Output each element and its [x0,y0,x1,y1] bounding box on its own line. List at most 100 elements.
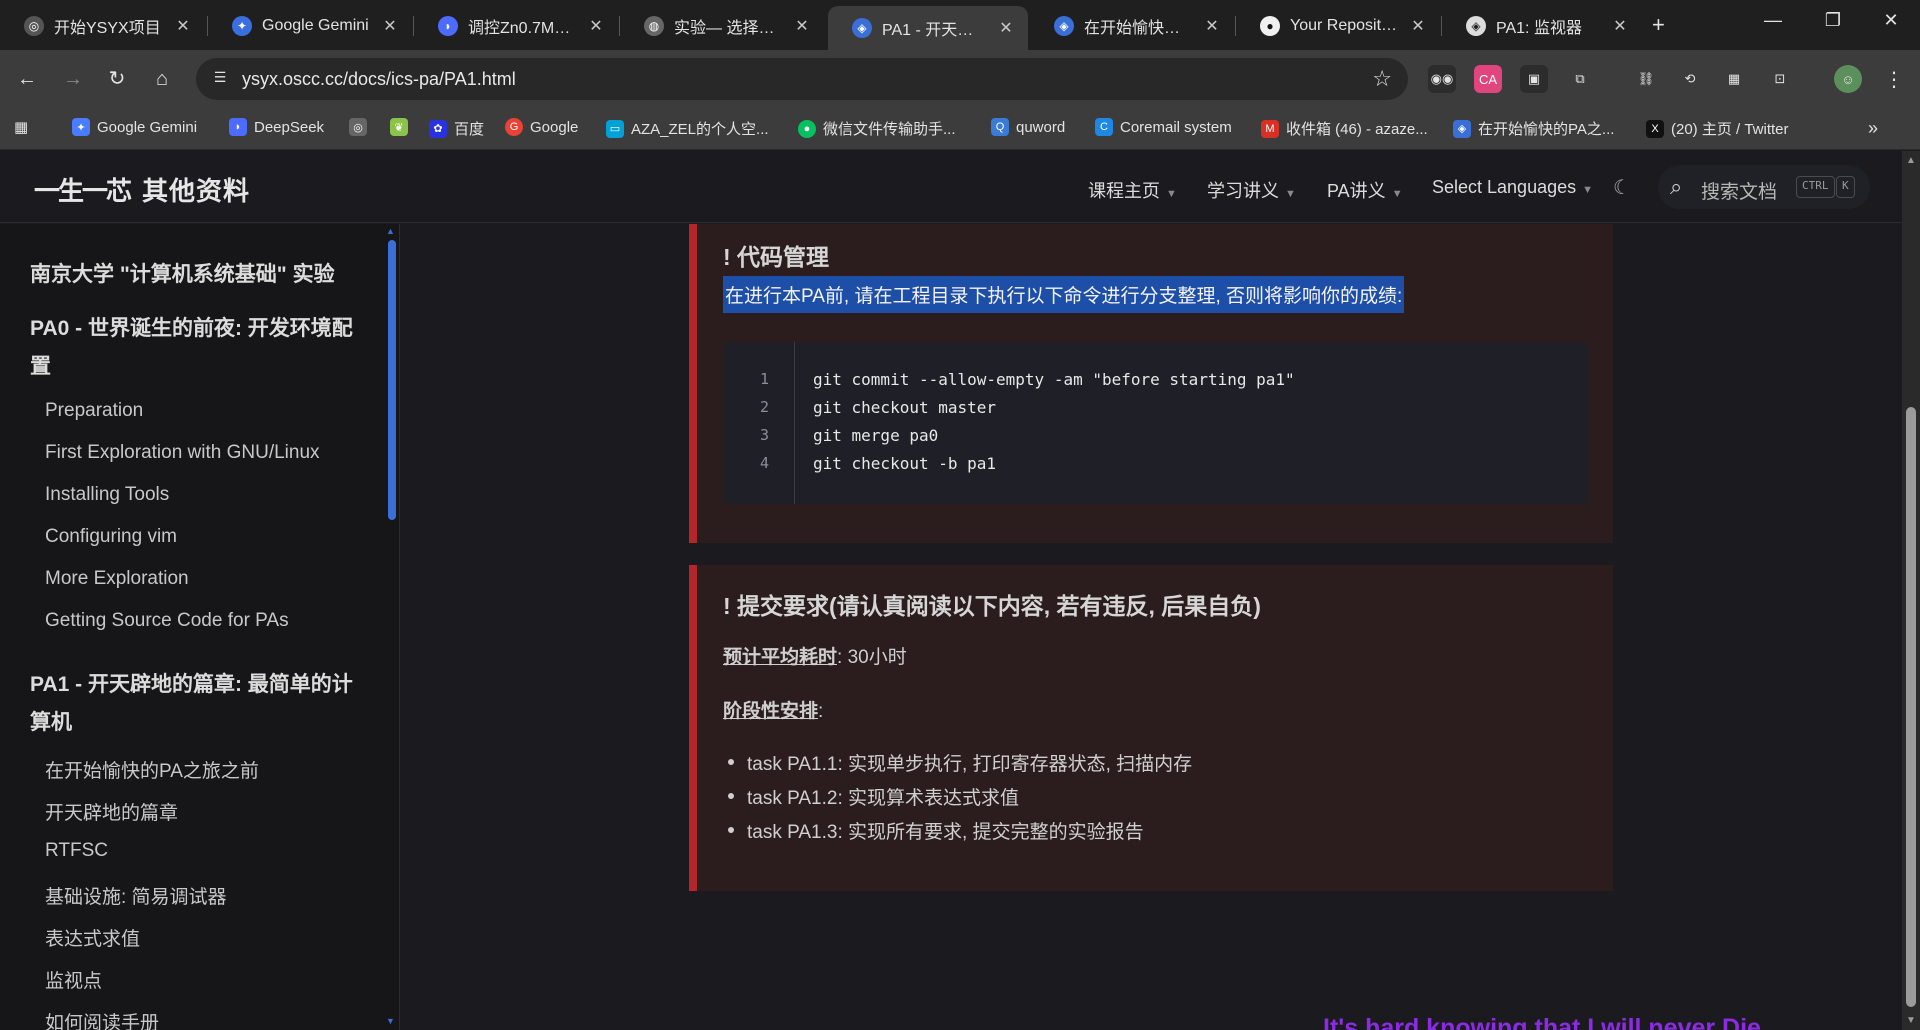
tab-github-repos[interactable]: ● Your Repositories ✕ [1236,7,1440,44]
extension-translate-icon[interactable]: CA [1474,65,1502,93]
kbd-ctrl: CTRL [1796,176,1835,198]
close-icon[interactable]: ✕ [1610,16,1630,36]
estimated-time: 预计平均耗时: 30小时 [723,642,907,669]
tab-layout-icon[interactable]: ▦ [1720,65,1748,93]
page-scrollbar-thumb[interactable] [1906,407,1916,1007]
nav-course-home[interactable]: 课程主页 ▼ [1088,177,1177,203]
nav-select-languages[interactable]: Select Languages ▼ [1432,177,1593,198]
bookmark-label: 在开始愉快的PA之... [1478,121,1615,138]
sidebar-item-expression-eval[interactable]: 表达式求值 [45,924,140,951]
line-number: 4 [759,454,769,472]
minimize-button[interactable]: — [1748,10,1798,31]
tab-before-pa[interactable]: ◈ 在开始愉快的PA之 ✕ [1030,7,1234,44]
ysyx-docs-icon: ◈ [1453,119,1471,138]
bookmark-gmail[interactable]: M 收件箱 (46) - azaze... [1261,118,1428,139]
close-icon[interactable]: ✕ [586,16,606,36]
scroll-down-arrow-icon[interactable]: ▼ [386,1016,395,1026]
close-icon[interactable]: ✕ [1202,16,1222,36]
bookmark-google-gemini[interactable]: ✦ Google Gemini [72,118,197,136]
extension-mask-icon[interactable]: ▣ [1520,65,1548,93]
history-icon[interactable]: ⟲ [1676,65,1704,93]
bookmark-bilibili[interactable]: ▭ AZA_ZEL的个人空... [606,118,769,139]
bookmark-star-icon[interactable]: ☆ [1372,66,1392,92]
sidebar-item-first-exploration[interactable]: First Exploration with GNU/Linux [45,442,320,464]
nav-label: PA讲义 [1327,181,1386,201]
bookmark-label: 微信文件传输助手... [823,121,956,138]
logo-text: 其他资料 [142,176,251,206]
maximize-button[interactable]: ❐ [1808,10,1858,31]
home-icon[interactable]: ⌂ [147,64,177,94]
more-bookmarks-chevron-icon[interactable]: » [1868,118,1878,139]
bookmark-quword[interactable]: Qquword [991,118,1065,136]
close-icon[interactable]: ✕ [173,16,193,36]
new-tab-button[interactable]: + [1652,12,1665,38]
sidebar-item-before-pa[interactable]: 在开始愉快的PA之旅之前 [45,756,259,783]
sidebar-item-configuring-vim[interactable]: Configuring vim [45,526,177,548]
extensions-puzzle-icon[interactable]: ⧉ [1566,65,1594,93]
reload-icon[interactable]: ↻ [102,64,132,94]
bookmark-baidu[interactable]: ✿ 百度 [429,118,484,139]
nav-pa-notes[interactable]: PA讲义 ▼ [1327,177,1403,203]
sidebar-heading-nju[interactable]: 南京大学 "计算机系统基础" 实验 [30,256,360,294]
sidebar-item-more-exploration[interactable]: More Exploration [45,568,189,590]
tab-google-gemini[interactable]: ✦ Google Gemini ✕ [208,7,412,44]
sidebar-item-getting-source[interactable]: Getting Source Code for PAs [45,610,289,632]
sidebar-item-rtfsc[interactable]: RTFSC [45,840,108,862]
close-icon[interactable]: ✕ [792,16,812,36]
sidebar-item-simple-debugger[interactable]: 基础设施: 简易调试器 [45,882,227,909]
sidebar-item-opening-chapter[interactable]: 开天辟地的篇章 [45,798,178,825]
tab-pa1-monitor[interactable]: ◈ PA1: 监视器 ✕ [1442,7,1642,44]
bookmark-wechat-file[interactable]: ● 微信文件传输助手... [798,118,956,139]
tab-pa1-active[interactable]: ◈ PA1 - 开天辟地的 ✕ [828,6,1028,50]
window-close-button[interactable]: ✕ [1866,10,1916,31]
kbd-k: K [1836,176,1855,198]
gemini-icon: ✦ [72,118,90,136]
tab-ysyx-project[interactable]: ◎ 开始YSYX项目 ✕ [0,7,205,44]
sidebar-scrollbar[interactable] [388,240,396,520]
close-icon[interactable]: ✕ [996,18,1016,38]
link-icon[interactable]: ⛓ [1632,65,1660,93]
menu-kebab-icon[interactable]: ⋮ [1880,65,1908,93]
scroll-up-arrow-icon[interactable]: ▲ [1906,155,1916,166]
sidebar-heading-pa0[interactable]: PA0 - 世界诞生的前夜: 开发环境配置 [30,310,360,386]
back-arrow-icon[interactable]: ← [12,64,42,94]
address-bar[interactable]: ☰ ysyx.oscc.cc/docs/ics-pa/PA1.html ☆ [196,58,1408,100]
scroll-up-arrow-icon[interactable]: ▲ [386,226,395,236]
bookmark-pa-before[interactable]: ◈ 在开始愉快的PA之... [1453,118,1614,139]
scroll-down-arrow-icon[interactable]: ▼ [1906,1015,1916,1026]
sidebar-item-preparation[interactable]: Preparation [45,400,143,422]
url-text[interactable]: ysyx.oscc.cc/docs/ics-pa/PA1.html [242,69,516,90]
bookmark-twitter[interactable]: X (20) 主页 / Twitter [1646,118,1789,139]
sidebar-item-installing-tools[interactable]: Installing Tools [45,484,169,506]
quword-icon: Q [991,118,1009,136]
tab-deepseek-chat[interactable]: ◗ 调控Zn0.7Mg0.3 ✕ [414,7,618,44]
close-icon[interactable]: ✕ [1408,16,1428,36]
chevron-down-icon: ▼ [1285,188,1296,200]
callout-title: ! 提交要求(请认真阅读以下内容, 若有违反, 后果自负) [723,593,1261,619]
selected-text[interactable]: 在进行本PA前, 请在工程目录下执行以下命令进行分支整理, 否则将影响你的成绩: [723,276,1405,313]
search-icon: ⌕ [1670,174,1683,199]
tab-experiment[interactable]: ◍ 实验— 选择器 — ✕ [620,7,824,44]
dark-mode-moon-icon[interactable]: ☾ [1613,175,1631,200]
nav-label: 学习讲义 [1207,181,1279,201]
site-info-icon[interactable]: ☰ [210,69,230,89]
close-icon[interactable]: ✕ [380,16,400,36]
bookmark-google[interactable]: G Google [505,118,578,136]
bookmark-leaf[interactable]: ❦ [390,118,415,136]
tab-search-icon[interactable]: ⊡ [1766,65,1794,93]
sidebar-item-read-manual[interactable]: 如何阅读手册 [45,1008,159,1030]
sidebar-item-watchpoint[interactable]: 监视点 [45,966,102,993]
apps-grid-icon[interactable]: ▦ [14,118,28,136]
bookmark-coremail[interactable]: C Coremail system [1095,118,1232,136]
avatar[interactable]: ☺ [1834,65,1862,93]
sidebar-heading-pa1[interactable]: PA1 - 开天辟地的篇章: 最简单的计算机 [30,666,360,742]
forward-arrow-icon[interactable]: → [58,64,88,94]
bookmark-openai[interactable]: ◎ [349,118,374,136]
nav-study-notes[interactable]: 学习讲义 ▼ [1207,177,1296,203]
search-docs-button[interactable]: ⌕ 搜索文档 CTRL K [1658,165,1870,209]
site-logo[interactable]: 一生一芯 其他资料 [34,171,250,208]
extension-glasses-icon[interactable]: ◉◉ [1428,65,1456,93]
page-scrollbar[interactable]: ▲ ▼ [1902,151,1920,1030]
bookmark-deepseek[interactable]: ◗ DeepSeek [229,118,324,136]
code-block[interactable]: 1 2 3 4 git commit --allow-empty -am "be… [723,342,1589,504]
